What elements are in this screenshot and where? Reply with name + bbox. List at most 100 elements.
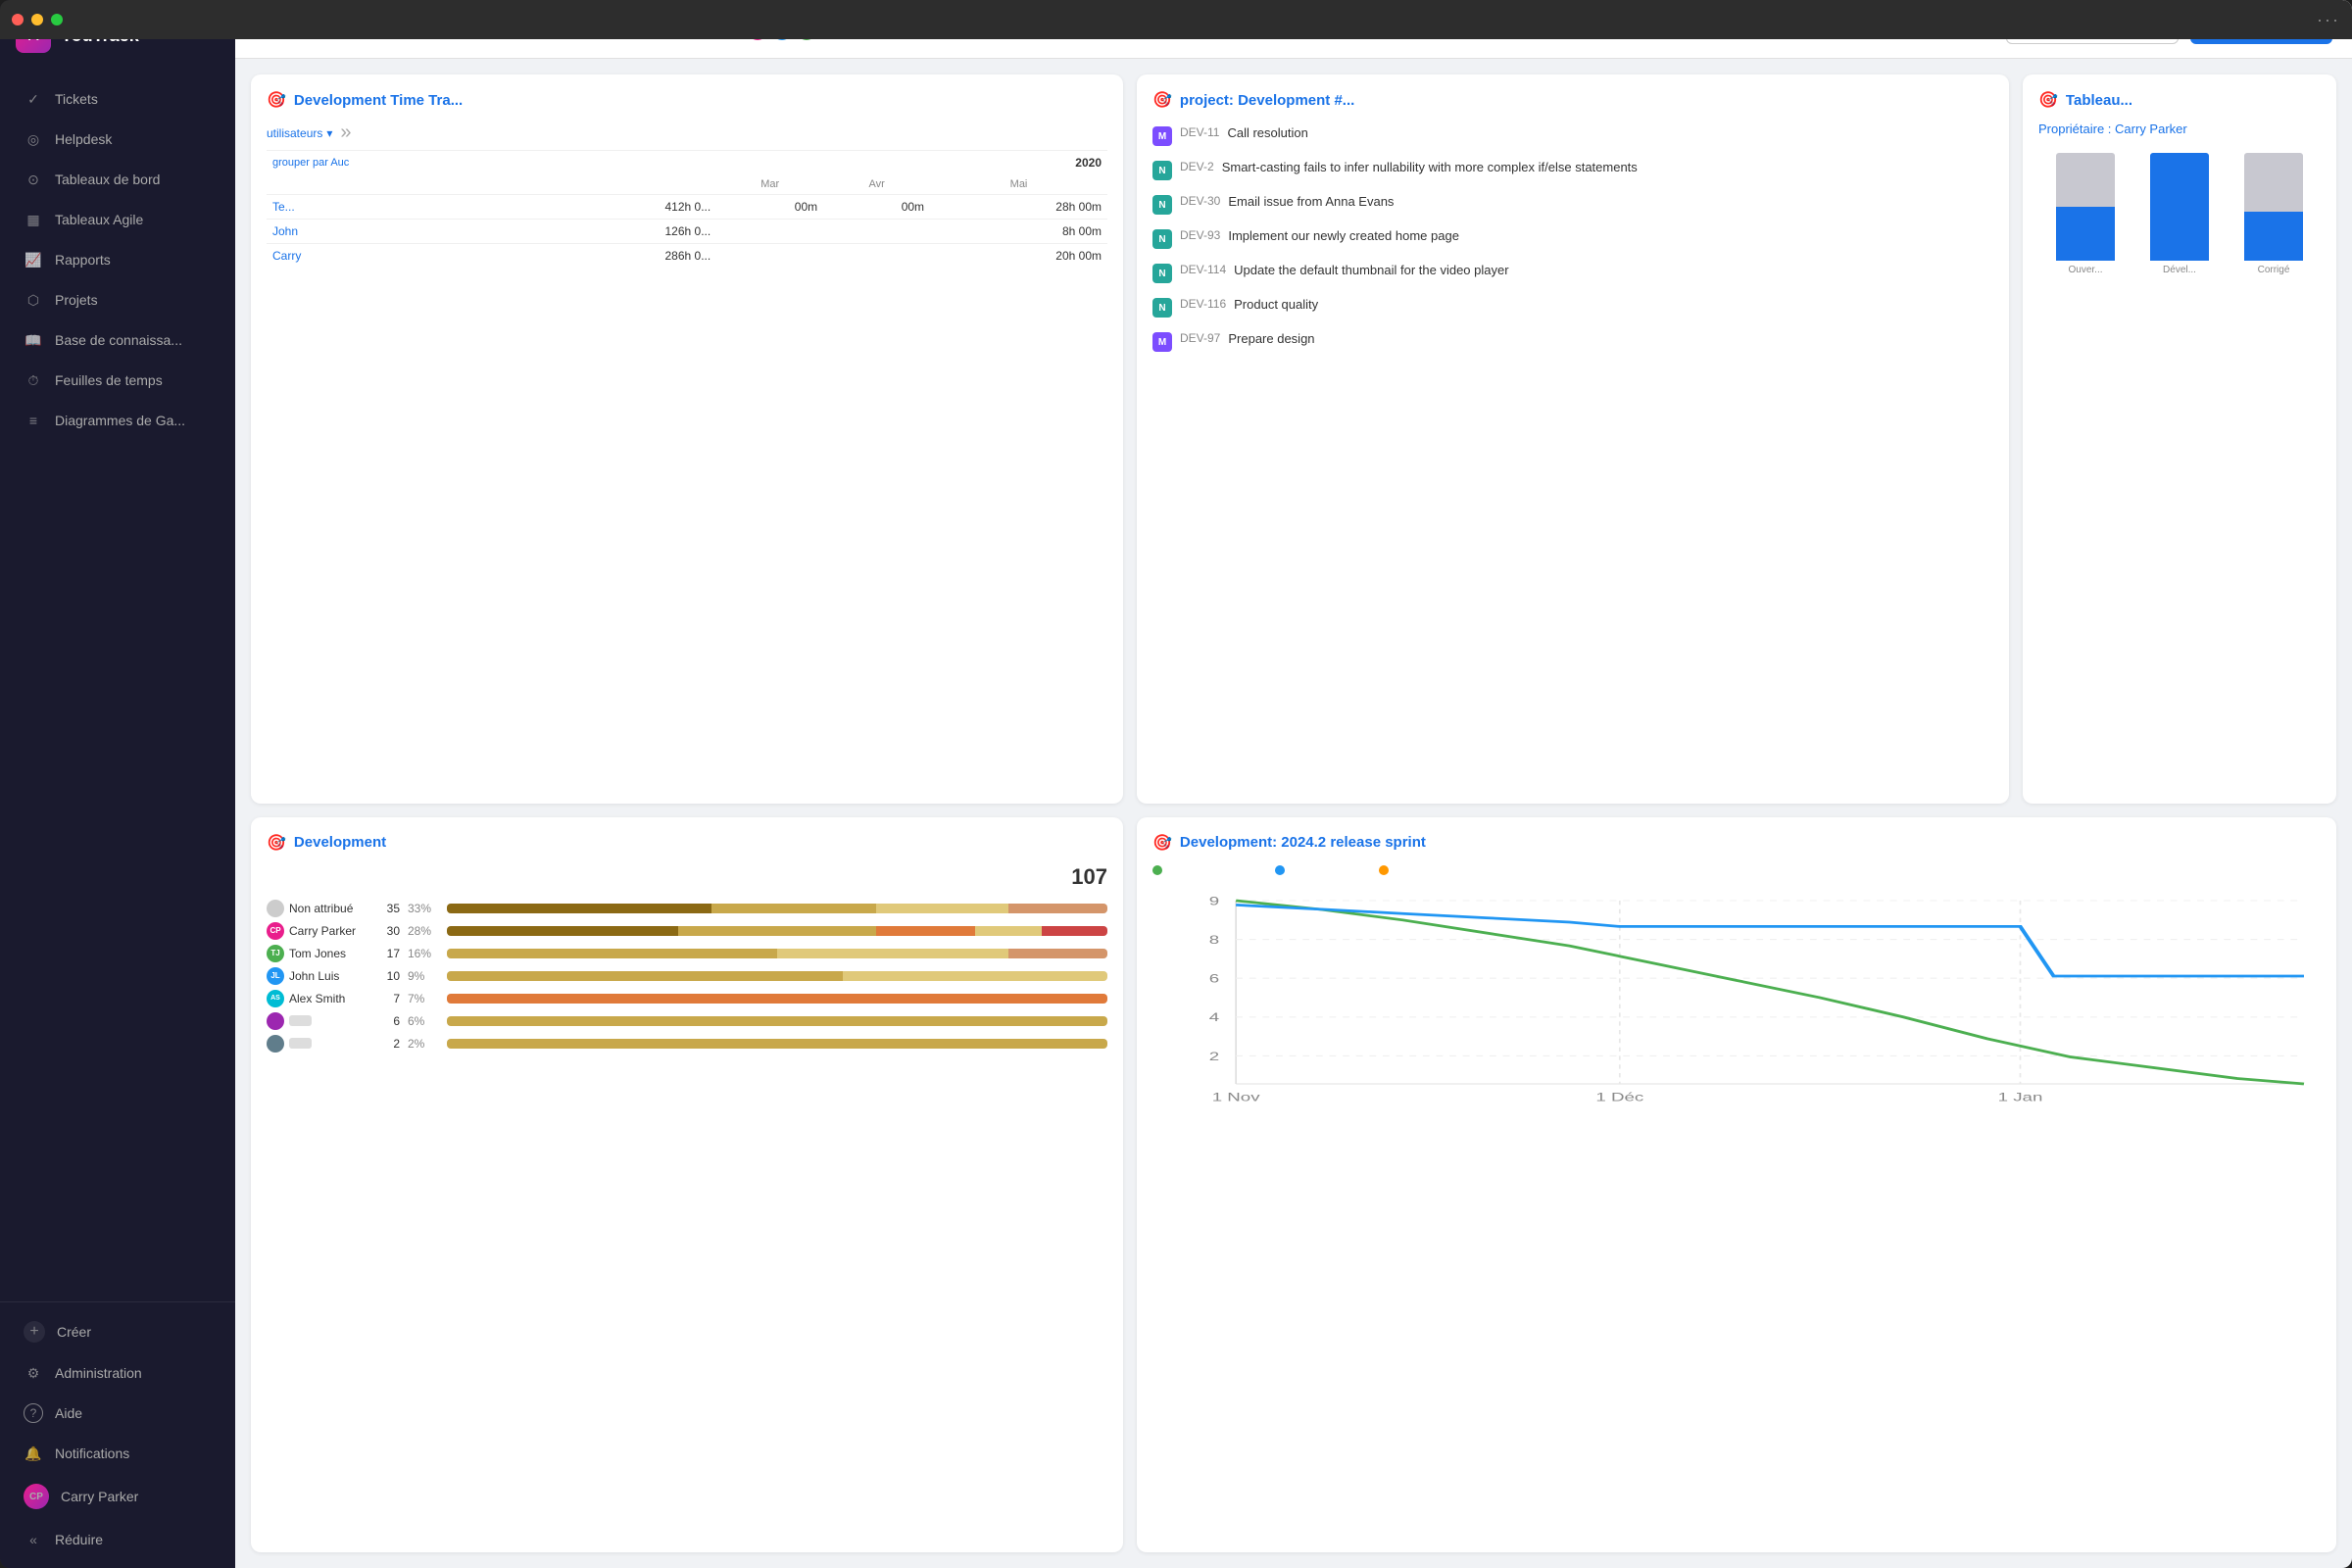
list-item[interactable]: AS Alex Smith 7 7%	[267, 990, 1107, 1007]
sidebar-label-base: Base de connaissa...	[55, 332, 182, 348]
list-item[interactable]: TJ Tom Jones 17 16%	[267, 945, 1107, 962]
sidebar-item-administration[interactable]: ⚙ Administration	[8, 1353, 227, 1393]
issue-title: Email issue from Anna Evans	[1228, 194, 1394, 211]
dev-count: 35	[372, 902, 400, 915]
list-item[interactable]: Non attribué 35 33%	[267, 900, 1107, 917]
dev-pct: 16%	[408, 947, 439, 960]
svg-text:6: 6	[1209, 972, 1220, 985]
chart-owner: Propriétaire : Carry Parker	[2038, 122, 2321, 136]
dev-pct: 33%	[408, 902, 439, 915]
sidebar-label-creer: Créer	[57, 1324, 91, 1340]
group-by-label: grouper par Auc	[267, 151, 539, 175]
dev-filter-label: All	[267, 869, 282, 885]
bar-bottom-3	[2244, 212, 2303, 261]
dev-assignee: CP Carry Parker	[267, 922, 365, 940]
table-row[interactable]: John 126h 0... 8h 00m	[267, 220, 1107, 244]
sidebar-item-creer[interactable]: + Créer	[8, 1311, 227, 1352]
list-item[interactable]: ······· 6 6%	[267, 1012, 1107, 1030]
legend-remaining: Travail restant	[1275, 864, 1363, 878]
sidebar-item-rapports[interactable]: 📈 Rapports	[8, 240, 227, 279]
widget-sprint-title[interactable]: Development: 2024.2 release sprint	[1180, 834, 1426, 851]
sidebar-item-tableaux[interactable]: ⊙ Tableaux de bord	[8, 160, 227, 199]
issue-badge: N	[1152, 229, 1172, 249]
list-item[interactable]: N DEV-30 Email issue from Anna Evans	[1152, 190, 1993, 219]
maximize-button[interactable]	[51, 14, 63, 25]
dev-bar	[447, 994, 1107, 1004]
window-menu[interactable]: ···	[2317, 10, 2340, 30]
dev-assignee: ·······	[267, 1035, 365, 1053]
widget-tableau-header: 🎯 Tableau...	[2038, 90, 2321, 110]
sidebar-item-aide[interactable]: ? Aide	[8, 1394, 227, 1433]
bar-top-2	[2150, 153, 2209, 182]
issue-badge: N	[1152, 298, 1172, 318]
dev-rows: Non attribué 35 33%	[267, 900, 1107, 1053]
minimize-button[interactable]	[31, 14, 43, 25]
widget-issues-title[interactable]: project: Development #...	[1180, 92, 1354, 109]
time-filter-label: utilisateurs	[267, 126, 322, 140]
sidebar-item-base[interactable]: 📖 Base de connaissa...	[8, 320, 227, 360]
issue-id: DEV-114	[1180, 263, 1226, 276]
bar-top-1	[2056, 153, 2115, 207]
widget-sprint-header: 🎯 Development: 2024.2 release sprint	[1152, 833, 2321, 853]
issue-title: Update the default thumbnail for the vid…	[1234, 263, 1508, 279]
agile-icon: ▦	[24, 210, 43, 229]
issue-badge: N	[1152, 264, 1172, 283]
issue-list: M DEV-11 Call resolution N DEV-2 Smart-c…	[1152, 122, 1993, 356]
list-item[interactable]: M DEV-11 Call resolution	[1152, 122, 1993, 150]
dev-assignee: TJ Tom Jones	[267, 945, 365, 962]
list-item[interactable]: JL John Luis 10 9%	[267, 967, 1107, 985]
sidebar-label-diagrammes: Diagrammes de Ga...	[55, 413, 185, 428]
sidebar-bottom: + Créer ⚙ Administration ? Aide 🔔 Notifi…	[0, 1301, 235, 1568]
sidebar-item-feuilles[interactable]: ⏱ Feuilles de temps	[8, 361, 227, 400]
dev-pct: 7%	[408, 992, 439, 1005]
widget-tableau-title[interactable]: Tableau...	[2066, 92, 2132, 109]
time-filter-users[interactable]: utilisateurs ▾	[267, 126, 332, 140]
sidebar-item-profile[interactable]: CP Carry Parker	[8, 1474, 227, 1519]
dev-pct: 9%	[408, 969, 439, 983]
list-item[interactable]: N DEV-114 Update the default thumbnail f…	[1152, 259, 1993, 287]
list-item[interactable]: ······· 2 2%	[267, 1035, 1107, 1053]
list-item[interactable]: N DEV-93 Implement our newly created hom…	[1152, 224, 1993, 253]
sidebar-item-notifications[interactable]: 🔔 Notifications	[8, 1434, 227, 1473]
sidebar-item-agile[interactable]: ▦ Tableaux Agile	[8, 200, 227, 239]
dev-filter[interactable]: All ▾	[267, 868, 295, 885]
sidebar-item-collapse[interactable]: « Réduire	[8, 1520, 227, 1559]
sidebar-item-projets[interactable]: ⬡ Projets	[8, 280, 227, 319]
list-item[interactable]: CP Carry Parker 30 28%	[267, 922, 1107, 940]
dev-count: 17	[372, 947, 400, 960]
issue-id: DEV-116	[1180, 297, 1226, 311]
table-row[interactable]: Carry 286h 0... 20h 00m	[267, 244, 1107, 269]
list-item[interactable]: M DEV-97 Prepare design	[1152, 327, 1993, 356]
issue-title: Smart-casting fails to infer nullability…	[1222, 160, 1638, 176]
svg-text:8: 8	[1209, 934, 1220, 947]
dev-pct: 2%	[408, 1037, 439, 1051]
sidebar-item-tickets[interactable]: ✓ Tickets	[8, 79, 227, 119]
close-button[interactable]	[12, 14, 24, 25]
widget-sprint-icon: 🎯	[1152, 833, 1172, 853]
widget-time-title[interactable]: Development Time Tra...	[294, 92, 463, 109]
dev-count: 7	[372, 992, 400, 1005]
widget-dev-title[interactable]: Development	[294, 834, 386, 851]
projets-icon: ⬡	[24, 290, 43, 310]
dev-assignee: ·······	[267, 1012, 365, 1030]
svg-text:2: 2	[1209, 1050, 1219, 1062]
list-item[interactable]: N DEV-116 Product quality	[1152, 293, 1993, 321]
issue-title: Implement our newly created home page	[1228, 228, 1459, 245]
svg-text:9: 9	[1209, 895, 1220, 907]
sidebar: YT YouTrack ✓ Tickets ◎ Helpdesk ⊙ Table…	[0, 0, 235, 1568]
table-row[interactable]: Te... 412h 0... 00m 00m 28h 00m	[267, 195, 1107, 220]
owner-name[interactable]: Carry Parker	[2115, 122, 2187, 136]
dev-count: 2	[372, 1037, 400, 1051]
bar-bottom-2	[2150, 182, 2209, 261]
sidebar-item-helpdesk[interactable]: ◎ Helpdesk	[8, 120, 227, 159]
tickets-icon: ✓	[24, 89, 43, 109]
dev-count: 30	[372, 924, 400, 938]
widget-time-tracking: 🎯 Development Time Tra... utilisateurs ▾…	[251, 74, 1123, 804]
issue-id: DEV-30	[1180, 194, 1220, 208]
dev-bar	[447, 971, 1107, 981]
issue-badge: M	[1152, 332, 1172, 352]
sidebar-item-diagrammes[interactable]: ≡ Diagrammes de Ga...	[8, 401, 227, 440]
bar-top-3	[2244, 153, 2303, 212]
svg-text:4: 4	[1209, 1011, 1220, 1024]
list-item[interactable]: N DEV-2 Smart-casting fails to infer nul…	[1152, 156, 1993, 184]
